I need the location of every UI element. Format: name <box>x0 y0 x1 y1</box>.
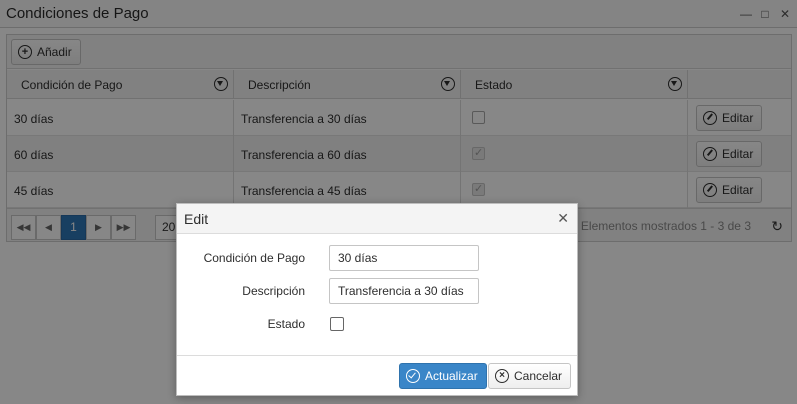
condicion-input[interactable] <box>329 245 479 271</box>
cancel-button-label: Cancelar <box>514 369 563 383</box>
update-button[interactable]: Actualizar <box>399 363 487 389</box>
estado-label: Estado <box>267 317 305 331</box>
estado-checkbox-input[interactable] <box>330 317 344 331</box>
cancel-icon: × <box>495 369 509 383</box>
dialog-title: Edit <box>184 211 209 227</box>
dialog-footer: Actualizar × Cancelar <box>177 355 577 395</box>
cancel-button[interactable]: × Cancelar <box>488 363 572 389</box>
edit-dialog: Edit ✕ Condición de Pago Descripción Est… <box>176 203 578 396</box>
dialog-titlebar: Edit ✕ <box>177 204 577 234</box>
close-icon[interactable]: ✕ <box>557 210 569 227</box>
check-circle-icon <box>406 369 420 383</box>
descripcion-label: Descripción <box>242 284 305 298</box>
descripcion-input[interactable] <box>329 278 479 304</box>
condicion-label: Condición de Pago <box>203 251 305 265</box>
update-button-label: Actualizar <box>425 369 478 383</box>
